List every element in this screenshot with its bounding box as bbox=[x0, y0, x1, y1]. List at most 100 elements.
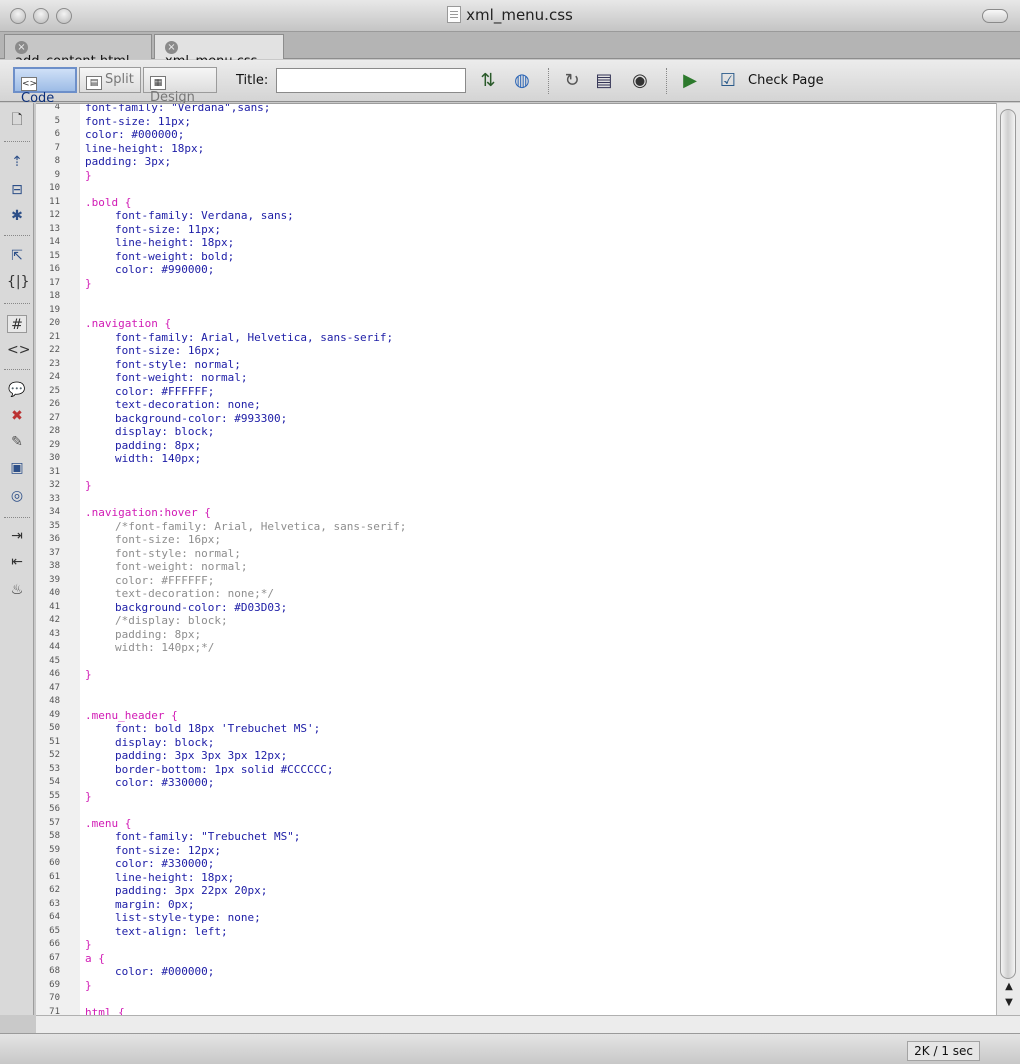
code-line[interactable]: 35 /*font-family: Arial, Helvetica, sans-… bbox=[36, 520, 996, 534]
code-line[interactable]: 48 bbox=[36, 695, 996, 709]
file-management-icon[interactable]: ⇅ bbox=[476, 69, 500, 93]
code-line[interactable]: 31 bbox=[36, 466, 996, 480]
open-documents-icon[interactable]: 🗋 bbox=[7, 111, 27, 129]
line-numbers-icon[interactable]: # bbox=[7, 315, 27, 333]
code-line[interactable]: 17} bbox=[36, 277, 996, 291]
indent-code-icon[interactable]: ⇥ bbox=[7, 527, 27, 545]
code-line[interactable]: 70 bbox=[36, 992, 996, 1006]
code-line[interactable]: 63 margin: 0px; bbox=[36, 898, 996, 912]
code-line[interactable]: 4 font-family: "Verdana",sans; bbox=[36, 104, 996, 115]
recent-snippets-icon[interactable]: ▣ bbox=[7, 459, 27, 477]
code-line[interactable]: 23 font-style: normal; bbox=[36, 358, 996, 372]
tab-xml-menu[interactable]: ×xml_menu.css bbox=[154, 34, 284, 69]
code-line[interactable]: 7 line-height: 18px; bbox=[36, 142, 996, 156]
code-line[interactable]: 49 .menu_header { bbox=[36, 709, 996, 723]
code-line[interactable]: 19 bbox=[36, 304, 996, 318]
code-line[interactable]: 32} bbox=[36, 479, 996, 493]
code-line[interactable]: 33 bbox=[36, 493, 996, 507]
collapse-full-tag-icon[interactable]: ⇡ bbox=[7, 153, 27, 171]
expand-all-icon[interactable]: ✱ bbox=[7, 207, 27, 225]
code-line[interactable]: 66} bbox=[36, 938, 996, 952]
code-line[interactable]: 11 .bold { bbox=[36, 196, 996, 210]
code-line[interactable]: 56 bbox=[36, 803, 996, 817]
code-line[interactable]: 26 text-decoration: none; bbox=[36, 398, 996, 412]
code-view-button[interactable]: <>Code bbox=[13, 67, 77, 106]
code-line[interactable]: 46} bbox=[36, 668, 996, 682]
code-line[interactable]: 71 html { bbox=[36, 1006, 996, 1016]
balance-braces-icon[interactable]: {|} bbox=[7, 273, 30, 291]
code-line[interactable]: 18 bbox=[36, 290, 996, 304]
code-line[interactable]: 43 padding: 8px; bbox=[36, 628, 996, 642]
code-line[interactable]: 6 color: #000000; bbox=[36, 128, 996, 142]
close-tab-icon[interactable]: × bbox=[15, 41, 28, 54]
toolbar-toggle-button[interactable] bbox=[982, 9, 1008, 23]
code-line[interactable]: 64 list-style-type: none; bbox=[36, 911, 996, 925]
code-line[interactable]: 20 .navigation { bbox=[36, 317, 996, 331]
code-line[interactable]: 24 font-weight: normal; bbox=[36, 371, 996, 385]
code-line[interactable]: 45 bbox=[36, 655, 996, 669]
move-css-icon[interactable]: ◎ bbox=[7, 487, 27, 505]
format-source-code-icon[interactable]: ♨ bbox=[7, 581, 27, 599]
code-line[interactable]: 22 font-size: 16px; bbox=[36, 344, 996, 358]
code-line[interactable]: 50 font: bold 18px 'Trebuchet MS'; bbox=[36, 722, 996, 736]
code-line[interactable]: 34 .navigation:hover { bbox=[36, 506, 996, 520]
code-line[interactable]: 58 font-family: "Trebuchet MS"; bbox=[36, 830, 996, 844]
close-tab-icon[interactable]: × bbox=[165, 41, 178, 54]
scroll-down-arrow-icon[interactable]: ▼ bbox=[1002, 997, 1016, 1009]
code-line[interactable]: 60 color: #330000; bbox=[36, 857, 996, 871]
code-line[interactable]: 28 display: block; bbox=[36, 425, 996, 439]
code-line[interactable]: 30 width: 140px; bbox=[36, 452, 996, 466]
code-line[interactable]: 27 background-color: #993300; bbox=[36, 412, 996, 426]
code-line[interactable]: 61 line-height: 18px; bbox=[36, 871, 996, 885]
code-line[interactable]: 13 font-size: 11px; bbox=[36, 223, 996, 237]
tab-add-content[interactable]: ×add_content.html bbox=[4, 34, 152, 69]
code-line[interactable]: 10 bbox=[36, 182, 996, 196]
select-parent-tag-icon[interactable]: ⇱ bbox=[7, 247, 27, 265]
visual-aids-icon[interactable]: ◉ bbox=[628, 69, 652, 93]
wrap-tag-icon[interactable]: ✎ bbox=[7, 433, 27, 451]
code-line[interactable]: 38 font-weight: normal; bbox=[36, 560, 996, 574]
check-page-button[interactable]: Check Page bbox=[748, 73, 824, 88]
code-line[interactable]: 51 display: block; bbox=[36, 736, 996, 750]
code-line[interactable]: 36 font-size: 16px; bbox=[36, 533, 996, 547]
code-line[interactable]: 44 width: 140px;*/ bbox=[36, 641, 996, 655]
check-page-icon[interactable]: ☑ bbox=[716, 69, 740, 93]
view-options-icon[interactable]: ▤ bbox=[592, 69, 616, 93]
code-line[interactable]: 54 color: #330000; bbox=[36, 776, 996, 790]
code-line[interactable]: 62 padding: 3px 22px 20px; bbox=[36, 884, 996, 898]
code-line[interactable]: 39 color: #FFFFFF; bbox=[36, 574, 996, 588]
code-line[interactable]: 47 bbox=[36, 682, 996, 696]
code-line[interactable]: 21 font-family: Arial, Helvetica, sans-se… bbox=[36, 331, 996, 345]
code-line[interactable]: 55} bbox=[36, 790, 996, 804]
code-line[interactable]: 59 font-size: 12px; bbox=[36, 844, 996, 858]
title-input[interactable] bbox=[276, 68, 466, 93]
code-line[interactable]: 16 color: #990000; bbox=[36, 263, 996, 277]
preview-in-browser-icon[interactable]: ◍ bbox=[510, 69, 534, 93]
code-line[interactable]: 67 a { bbox=[36, 952, 996, 966]
code-line[interactable]: 65 text-align: left; bbox=[36, 925, 996, 939]
code-line[interactable]: 68 color: #000000; bbox=[36, 965, 996, 979]
code-line[interactable]: 52 padding: 3px 3px 3px 12px; bbox=[36, 749, 996, 763]
code-line[interactable]: 8 padding: 3px; bbox=[36, 155, 996, 169]
code-line[interactable]: 37 font-style: normal; bbox=[36, 547, 996, 561]
vertical-scrollbar[interactable]: ▲ ▼ bbox=[996, 103, 1020, 1015]
scrollbar-thumb[interactable] bbox=[1000, 109, 1016, 979]
code-line[interactable]: 40 text-decoration: none;*/ bbox=[36, 587, 996, 601]
validate-markup-icon[interactable]: ▶ bbox=[678, 69, 702, 93]
code-line[interactable]: 41 background-color: #D03D03; bbox=[36, 601, 996, 615]
outdent-code-icon[interactable]: ⇤ bbox=[7, 553, 27, 571]
design-view-button[interactable]: ▦Design bbox=[143, 67, 217, 105]
code-line[interactable]: 15 font-weight: bold; bbox=[36, 250, 996, 264]
code-line[interactable]: 12 font-family: Verdana, sans; bbox=[36, 209, 996, 223]
highlight-invalid-code-icon[interactable]: <> bbox=[7, 341, 30, 359]
code-line[interactable]: 29 padding: 8px; bbox=[36, 439, 996, 453]
code-editor[interactable]: 4 font-family: "Verdana",sans; 5 font-size:… bbox=[36, 103, 996, 1015]
split-view-button[interactable]: ▤ Split bbox=[79, 67, 141, 93]
refresh-icon[interactable]: ↻ bbox=[560, 69, 584, 93]
code-line[interactable]: 69} bbox=[36, 979, 996, 993]
code-line[interactable]: 14 line-height: 18px; bbox=[36, 236, 996, 250]
scroll-up-arrow-icon[interactable]: ▲ bbox=[1002, 981, 1016, 993]
collapse-selection-icon[interactable]: ⊟ bbox=[7, 181, 27, 199]
code-line[interactable]: 57 .menu { bbox=[36, 817, 996, 831]
code-content[interactable]: 4 font-family: "Verdana",sans; 5 font-size:… bbox=[36, 104, 996, 1016]
